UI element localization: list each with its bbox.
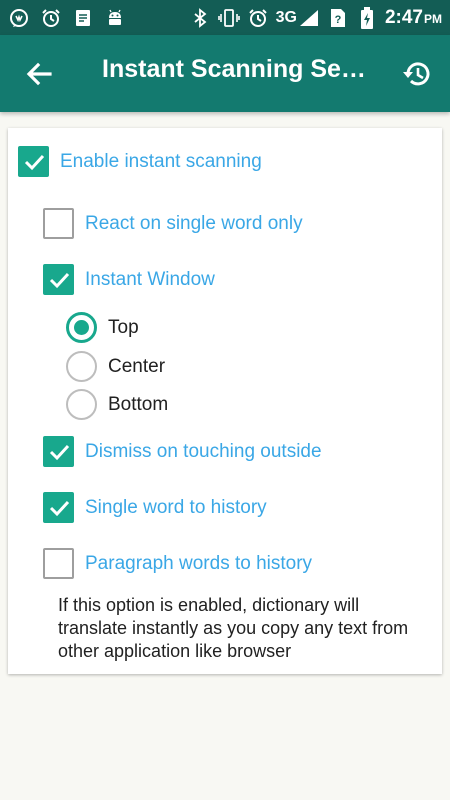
radio-top[interactable]: Top — [66, 312, 139, 343]
instant-window-option[interactable]: Instant Window — [43, 264, 215, 295]
radio-top-button[interactable] — [66, 312, 97, 343]
clock: 2:47 PM — [385, 7, 442, 29]
back-button[interactable] — [22, 57, 56, 91]
radio-bottom-label: Bottom — [108, 393, 169, 415]
react-single-word-checkbox[interactable] — [43, 208, 74, 239]
single-word-history-label: Single word to history — [85, 496, 267, 518]
checkmark-icon — [49, 272, 69, 288]
history-button[interactable] — [400, 57, 434, 91]
radio-bottom-button[interactable] — [66, 389, 97, 420]
single-word-history-option[interactable]: Single word to history — [43, 492, 267, 523]
page-title: Instant Scanning Se… — [102, 55, 366, 83]
clock-ampm: PM — [424, 11, 442, 26]
settings-card: Enable instant scanning React on single … — [8, 128, 442, 674]
alarm-icon — [40, 7, 62, 29]
svg-text:?: ? — [335, 14, 342, 26]
react-single-word-label: React on single word only — [85, 212, 303, 234]
radio-top-label: Top — [108, 316, 139, 338]
dismiss-outside-label: Dismiss on touching outside — [85, 440, 322, 462]
checkmark-icon — [24, 154, 44, 170]
checkmark-icon — [49, 500, 69, 516]
paragraph-words-history-option[interactable]: Paragraph words to history — [43, 548, 312, 579]
no-sim-icon: ? — [327, 7, 349, 29]
instant-window-label: Instant Window — [85, 268, 215, 290]
radio-center-label: Center — [108, 355, 166, 377]
android-icon — [104, 7, 126, 29]
checkmark-icon — [49, 444, 69, 460]
option-description: If this option is enabled, dictionary wi… — [58, 595, 409, 661]
single-word-history-checkbox[interactable] — [43, 492, 74, 523]
enable-instant-scanning-option[interactable]: Enable instant scanning — [18, 146, 262, 177]
battery-charging-icon — [356, 6, 378, 29]
paragraph-words-history-label: Paragraph words to history — [85, 552, 313, 574]
enable-instant-scanning-label: Enable instant scanning — [60, 150, 262, 172]
network-type: 3G — [275, 8, 297, 26]
bluetooth-icon — [189, 7, 211, 29]
alarm-icon — [247, 7, 269, 29]
app-bar: Instant Scanning Se… — [0, 35, 450, 112]
clock-time: 2:47 — [384, 6, 423, 28]
react-single-word-option[interactable]: React on single word only — [43, 208, 303, 239]
radio-center[interactable]: Center — [66, 351, 165, 382]
arrow-back-icon — [26, 62, 52, 86]
whatsapp-icon — [8, 7, 30, 29]
paragraph-words-history-checkbox[interactable] — [43, 548, 74, 579]
signal-icon — [298, 7, 320, 29]
notes-icon — [72, 7, 94, 29]
history-icon — [403, 62, 430, 86]
dismiss-outside-checkbox[interactable] — [43, 436, 74, 467]
radio-center-button[interactable] — [66, 351, 97, 382]
status-bar: 3G ? 2:47 PM — [0, 0, 450, 35]
radio-bottom[interactable]: Bottom — [66, 389, 168, 420]
enable-instant-scanning-checkbox[interactable] — [18, 146, 49, 177]
dismiss-outside-option[interactable]: Dismiss on touching outside — [43, 436, 322, 467]
instant-window-checkbox[interactable] — [43, 264, 74, 295]
vibrate-icon — [217, 7, 240, 29]
